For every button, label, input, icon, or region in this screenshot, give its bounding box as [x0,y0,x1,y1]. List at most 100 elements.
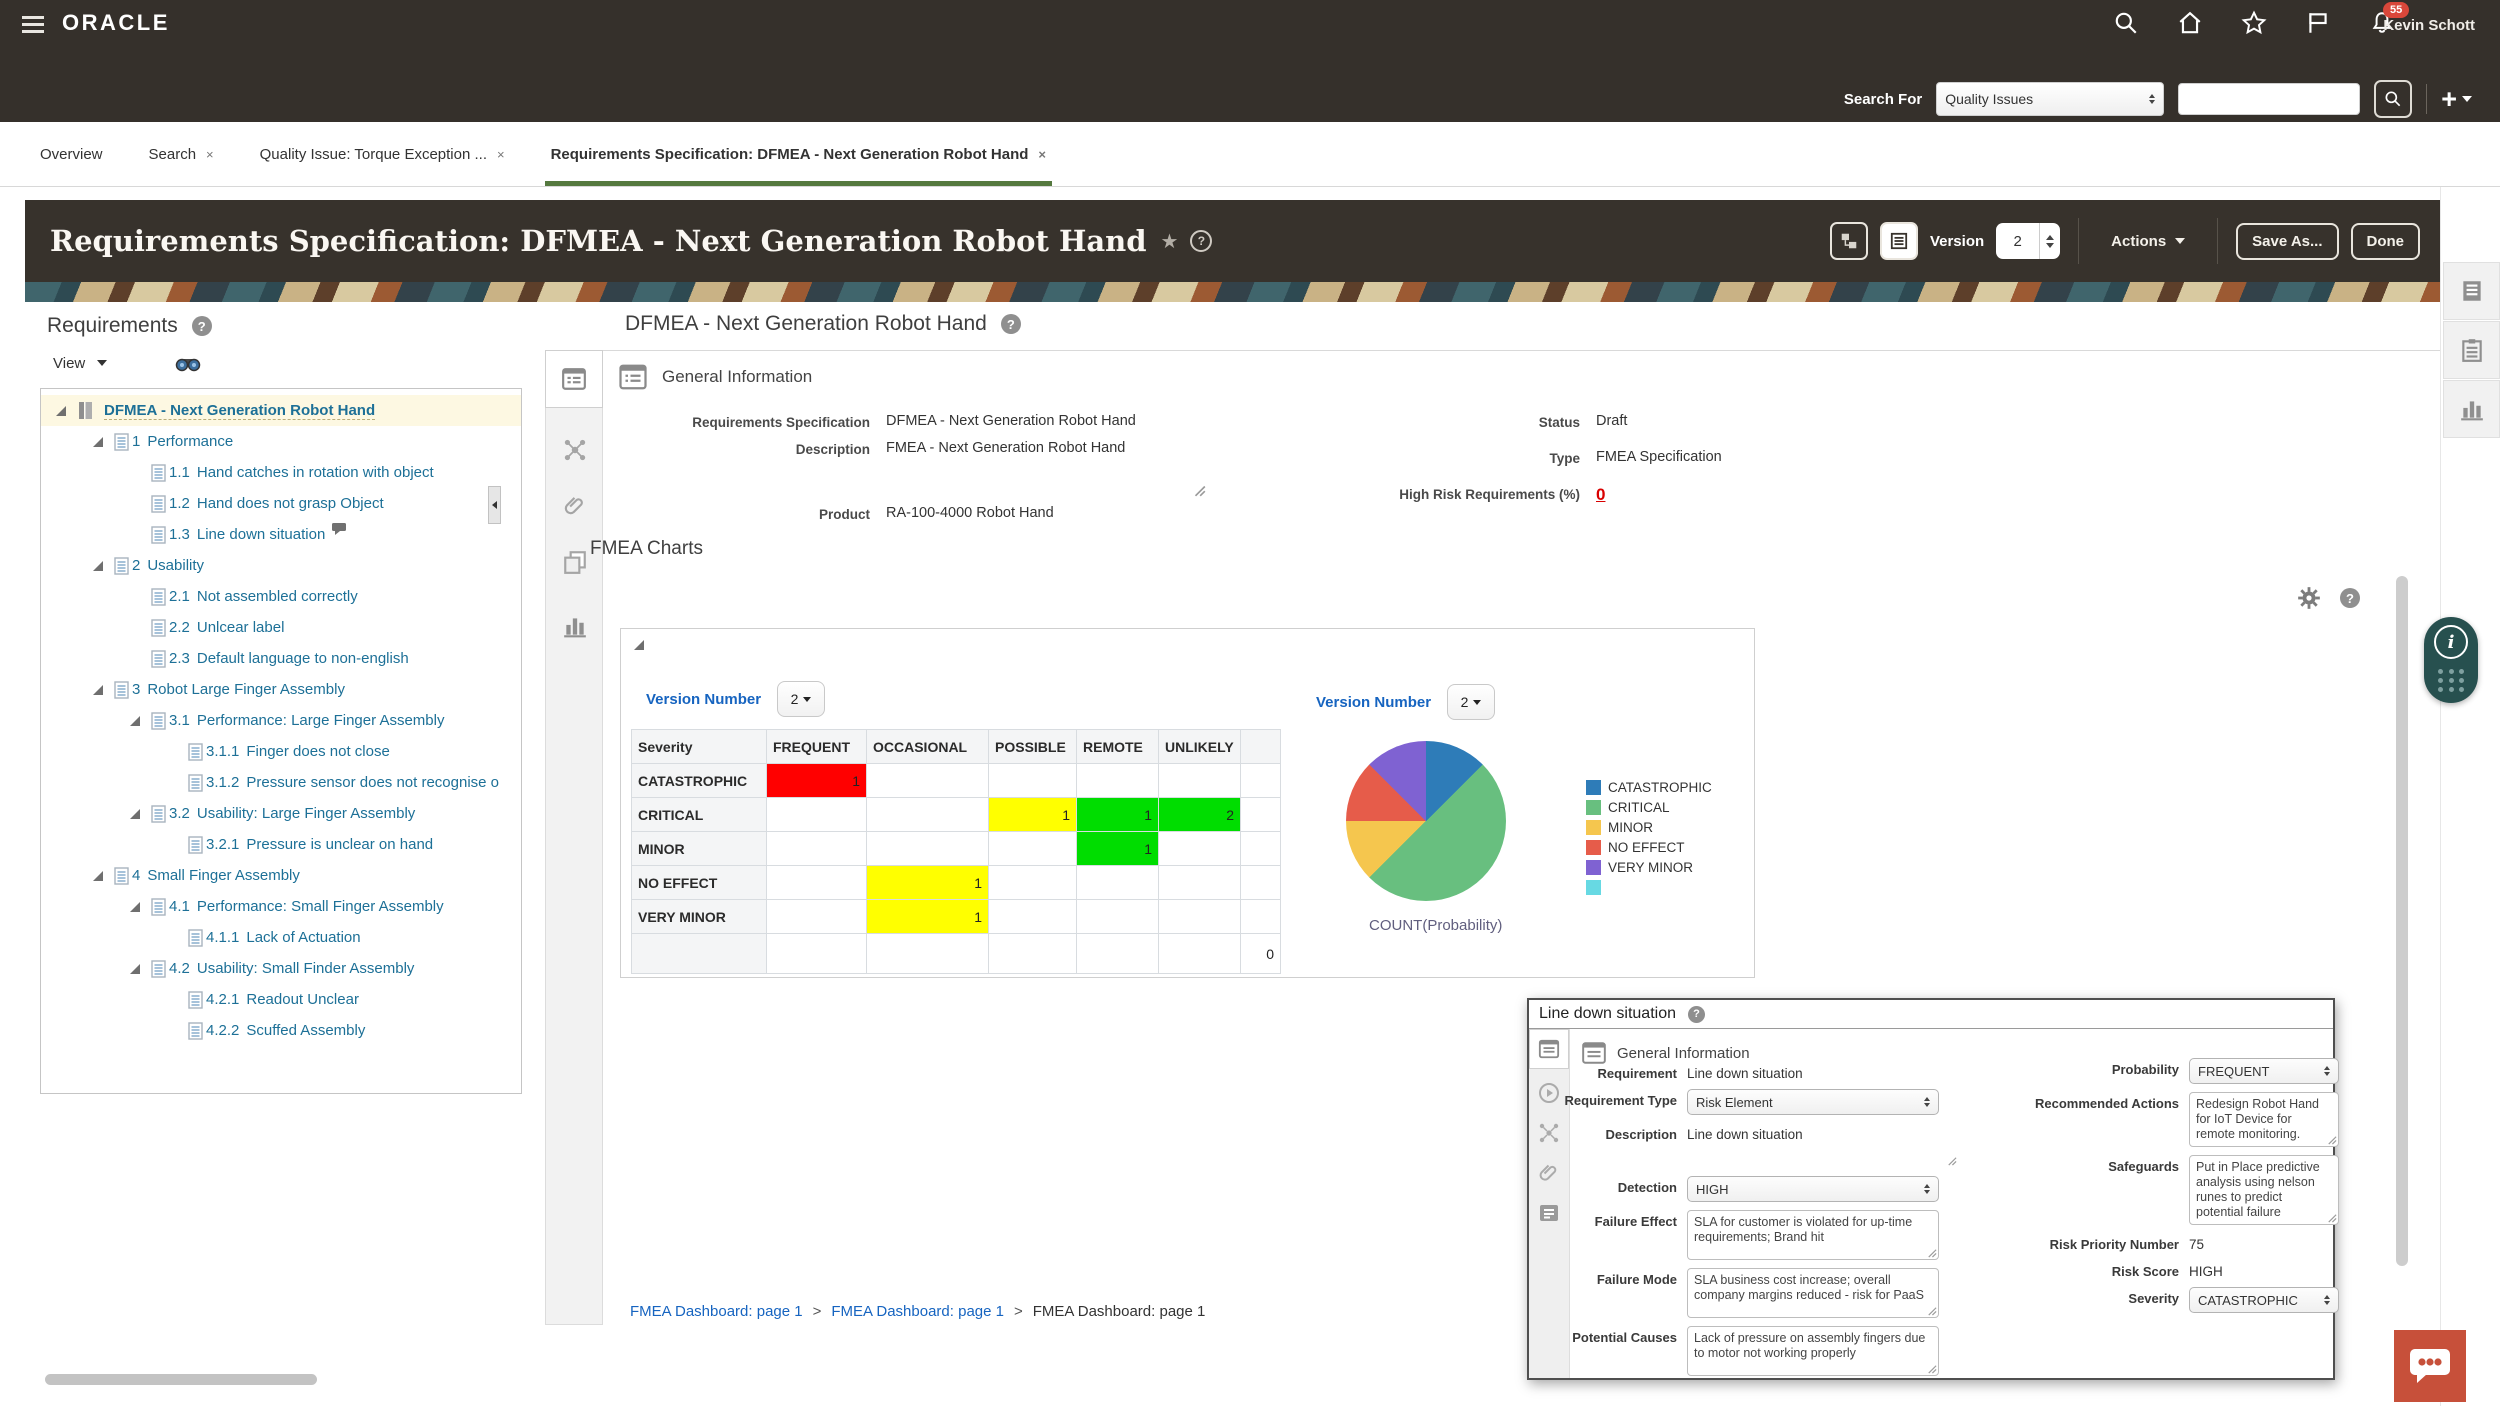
tree-item[interactable]: 4.1.1Lack of Actuation [41,922,521,953]
tree-item[interactable]: 3.2Usability: Large Finger Assembly [41,798,521,829]
tab-search[interactable]: Search× [149,122,214,186]
matrix-cell[interactable]: 1 [1077,832,1159,866]
dialog-select-requirement-type[interactable]: Risk Element [1687,1089,1939,1115]
view-menu-caret-icon[interactable] [97,360,107,366]
tree-item[interactable]: 1.1Hand catches in rotation with object [41,457,521,488]
save-as-button[interactable]: Save As... [2236,223,2338,260]
tree-item[interactable]: DFMEA - Next Generation Robot Hand [41,395,521,426]
dialog-select-severity[interactable]: CATASTROPHIC [2189,1287,2339,1313]
dialog-textarea-failure-effect[interactable]: SLA for customer is violated for up-time… [1687,1210,1939,1260]
list-view-button[interactable] [1880,222,1918,260]
tree-item[interactable]: 3.1.2Pressure sensor does not recognise … [41,767,521,798]
resize-handle-icon[interactable] [1192,483,1206,497]
panel-collapse-handle[interactable] [488,486,501,524]
tree-item[interactable]: 2.1Not assembled correctly [41,581,521,612]
dialog-textarea-recommended-actions[interactable]: Redesign Robot Hand for IoT Device for r… [2189,1092,2339,1147]
tab-quality-issue-torque-exception-[interactable]: Quality Issue: Torque Exception ...× [260,122,505,186]
hierarchy-view-button[interactable] [1830,222,1868,260]
dialog-textarea-failure-mode[interactable]: SLA business cost increase; overall comp… [1687,1268,1939,1318]
tree-item[interactable]: 1.3Line down situation [41,519,521,550]
tab-overview[interactable]: Overview [40,122,103,186]
favorite-star-icon[interactable]: ★ [1161,229,1179,254]
tab-close-icon[interactable]: × [1038,147,1046,162]
apps-grid-icon[interactable] [2438,669,2466,692]
tree-item[interactable]: 1.2Hand does not grasp Object [41,488,521,519]
expand-toggle-icon[interactable] [92,560,104,572]
expand-toggle-icon[interactable] [55,405,67,417]
view-menu-button[interactable]: View [53,355,85,372]
tree-item[interactable]: 4.2.2Scuffed Assembly [41,1015,521,1046]
tree-item[interactable]: 1Performance [41,426,521,457]
tree-item[interactable]: 3.1Performance: Large Finger Assembly [41,705,521,736]
expand-toggle-icon[interactable] [92,436,104,448]
relationships-icon[interactable] [546,437,604,463]
assistant-pill[interactable]: i [2424,617,2478,703]
matrix-cell[interactable]: 1 [1077,798,1159,832]
tree-horizontal-scrollbar[interactable] [45,1374,317,1385]
expand-toggle-icon[interactable] [92,684,104,696]
matrix-version-select[interactable]: 2 [777,681,825,717]
favorites-star-icon[interactable] [2241,10,2267,36]
tree-item[interactable]: 4.2Usability: Small Finder Assembly [41,953,521,984]
tree-item[interactable]: 4.1Performance: Small Finger Assembly [41,891,521,922]
requirements-help-icon[interactable]: ? [192,316,212,336]
hamburger-menu-icon[interactable] [22,12,44,37]
tree-item[interactable]: 2Usability [41,550,521,581]
expand-toggle-icon[interactable] [129,901,141,913]
expand-toggle-icon[interactable] [129,715,141,727]
info-icon[interactable]: i [2434,625,2468,659]
pie-version-label[interactable]: Version Number [1316,694,1431,711]
collapse-region-icon[interactable] [633,639,645,651]
probability-pie-chart[interactable] [1346,741,1506,901]
tab-close-icon[interactable]: × [206,147,214,162]
field-value[interactable]: 0 [1580,485,1605,505]
matrix-cell[interactable]: 1 [867,900,989,934]
version-stepper[interactable]: 2 [1996,223,2060,259]
breadcrumb-item[interactable]: FMEA Dashboard: page 1 [831,1303,1004,1320]
chart-settings-gear-icon[interactable] [2296,585,2322,611]
home-icon[interactable] [2177,10,2203,36]
tasks-clipboard-icon[interactable] [2443,321,2500,379]
charts-icon[interactable] [546,613,604,639]
doc-help-icon[interactable]: ? [1001,314,1021,334]
chart-help-icon[interactable]: ? [2340,588,2360,608]
matrix-cell[interactable]: 1 [867,866,989,900]
dialog-select-probability[interactable]: FREQUENT [2189,1058,2339,1084]
reports-chart-icon[interactable] [2443,380,2500,438]
tree-item[interactable]: 3.1.1Finger does not close [41,736,521,767]
tree-item[interactable]: 3.2.1Pressure is unclear on hand [41,829,521,860]
dialog-help-icon[interactable]: ? [1688,1006,1705,1023]
expand-toggle-icon[interactable] [92,870,104,882]
page-notes-icon[interactable] [2443,262,2500,320]
tab-requirements-specification-dfmea-next-ge[interactable]: Requirements Specification: DFMEA - Next… [551,122,1046,186]
search-input[interactable] [2178,83,2360,115]
dialog-select-detection[interactable]: HIGH [1687,1176,1939,1202]
tree-item[interactable]: 2.3Default language to non-english [41,643,521,674]
breadcrumb-item[interactable]: FMEA Dashboard: page 1 [630,1303,803,1320]
actions-menu-button[interactable]: Actions [2097,225,2199,258]
announcements-flag-icon[interactable] [2305,10,2331,36]
create-new-button[interactable]: + [2441,89,2472,109]
find-binoculars-icon[interactable] [175,354,201,372]
tree-item[interactable]: 4.2.1Readout Unclear [41,984,521,1015]
chat-button[interactable] [2394,1330,2466,1402]
tree-item[interactable]: 3Robot Large Finger Assembly [41,674,521,705]
matrix-cell[interactable]: 2 [1159,798,1241,832]
search-category-select[interactable]: Quality Issues [1936,82,2164,116]
vertical-scrollbar[interactable] [2396,576,2408,1266]
help-icon[interactable]: ? [1190,230,1212,252]
pie-version-select[interactable]: 2 [1447,684,1495,720]
dialog-textarea-potential-causes[interactable]: Lack of pressure on assembly fingers due… [1687,1326,1939,1376]
tree-item[interactable]: 2.2Unlcear label [41,612,521,643]
matrix-cell[interactable]: 1 [989,798,1077,832]
expand-toggle-icon[interactable] [129,963,141,975]
tree-item[interactable]: 4Small Finger Assembly [41,860,521,891]
general-info-tab-icon[interactable] [545,350,603,408]
search-submit-button[interactable] [2374,80,2412,118]
dialog-textarea-safeguards[interactable]: Put in Place predictive analysis using n… [2189,1155,2339,1225]
global-search-icon[interactable] [2113,10,2139,36]
expand-toggle-icon[interactable] [129,808,141,820]
matrix-version-label[interactable]: Version Number [646,691,761,708]
done-button[interactable]: Done [2351,223,2421,260]
attachments-paperclip-icon[interactable] [546,493,604,519]
